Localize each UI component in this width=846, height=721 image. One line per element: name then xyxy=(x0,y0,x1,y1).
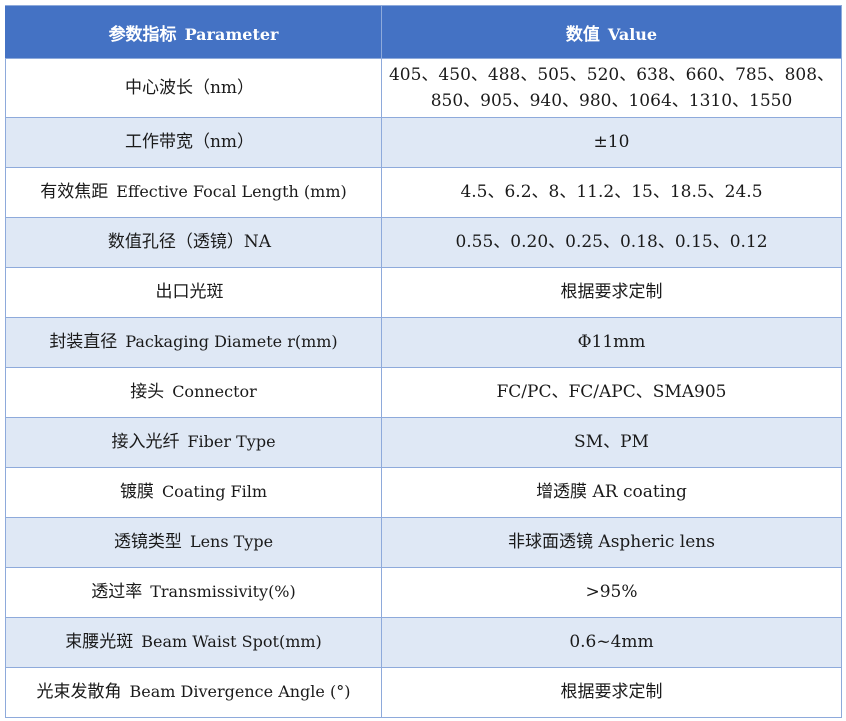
table-row: 出口光斑 根据要求定制 xyxy=(5,267,842,318)
param-cn: 有效焦距 xyxy=(40,182,109,203)
param-en: Beam Divergence Angle (°) xyxy=(129,682,351,702)
value-cell: 根据要求定制 xyxy=(381,267,842,318)
param-en: Effective Focal Length (mm) xyxy=(116,182,347,202)
table-row: 接入光纤 Fiber Type SM、PM xyxy=(5,417,842,468)
table-row: 透镜类型 Lens Type 非球面透镜 Aspheric lens xyxy=(5,517,842,568)
param-cell: 镀膜 Coating Film xyxy=(5,467,382,518)
table-header-row: 参数指标 Parameter 数值 Value xyxy=(5,5,842,59)
param-cell: 工作带宽（nm） xyxy=(5,117,382,168)
param-cn: 中心波长（nm） xyxy=(124,77,255,98)
param-en: Packaging Diamete r(mm) xyxy=(125,332,338,352)
param-cn: 透镜类型 xyxy=(113,532,182,553)
header-parameter-cn: 参数指标 xyxy=(108,24,177,45)
table-row: 光束发散角 Beam Divergence Angle (°) 根据要求定制 xyxy=(5,667,842,718)
value-cell: 4.5、6.2、8、11.2、15、18.5、24.5 xyxy=(381,167,842,218)
table-row: 中心波长（nm） 405、450、488、505、520、638、660、785… xyxy=(5,58,842,118)
header-parameter: 参数指标 Parameter xyxy=(5,5,382,59)
param-cell: 封装直径 Packaging Diamete r(mm) xyxy=(5,317,382,368)
param-cn: 光束发散角 xyxy=(36,682,122,703)
value-cell: Φ11mm xyxy=(381,317,842,368)
value-cell: 增透膜 AR coating xyxy=(381,467,842,518)
param-cn: 透过率 xyxy=(91,582,143,603)
spec-table: 参数指标 Parameter 数值 Value 中心波长（nm） 405、450、4… xyxy=(5,5,842,718)
param-cn: 数值孔径（透镜）NA xyxy=(107,232,272,253)
param-cn: 封装直径 xyxy=(49,332,118,353)
param-en: Transmissivity(%) xyxy=(150,582,296,602)
param-cell: 束腰光斑 Beam Waist Spot(mm) xyxy=(5,617,382,668)
value-cell: FC/PC、FC/APC、SMA905 xyxy=(381,367,842,418)
param-cn: 接入光纤 xyxy=(111,432,180,453)
value-cell: 0.6~4mm xyxy=(381,617,842,668)
param-cell: 接头 Connector xyxy=(5,367,382,418)
table-row: 束腰光斑 Beam Waist Spot(mm) 0.6~4mm xyxy=(5,617,842,668)
value-cell: 非球面透镜 Aspheric lens xyxy=(381,517,842,568)
table-row: 封装直径 Packaging Diamete r(mm) Φ11mm xyxy=(5,317,842,368)
header-parameter-en: Parameter xyxy=(184,24,279,44)
param-en: Beam Waist Spot(mm) xyxy=(141,632,322,652)
table-row: 有效焦距 Effective Focal Length (mm) 4.5、6.2、… xyxy=(5,167,842,218)
spec-table-container: 参数指标 Parameter 数值 Value 中心波长（nm） 405、450、4… xyxy=(5,5,842,718)
param-en: Lens Type xyxy=(189,532,274,552)
param-cn: 接头 xyxy=(130,382,165,403)
value-cell: ±10 xyxy=(381,117,842,168)
param-cn: 工作带宽（nm） xyxy=(124,132,255,153)
param-cell: 透过率 Transmissivity(%) xyxy=(5,567,382,618)
table-row: 镀膜 Coating Film 增透膜 AR coating xyxy=(5,467,842,518)
table-row: 透过率 Transmissivity(%) >95% xyxy=(5,567,842,618)
value-cell: 405、450、488、505、520、638、660、785、808、850、… xyxy=(381,58,842,118)
header-value-en: Value xyxy=(607,24,658,44)
param-en: Fiber Type xyxy=(187,432,276,452)
param-cn: 束腰光斑 xyxy=(65,632,134,653)
param-en: Connector xyxy=(172,382,257,402)
param-cell: 出口光斑 xyxy=(5,267,382,318)
header-value-cn: 数值 xyxy=(565,24,600,45)
param-en: Coating Film xyxy=(161,482,268,502)
param-cell: 数值孔径（透镜）NA xyxy=(5,217,382,268)
param-cn: 镀膜 xyxy=(119,482,154,503)
value-cell: 0.55、0.20、0.25、0.18、0.15、0.12 xyxy=(381,217,842,268)
param-cell: 光束发散角 Beam Divergence Angle (°) xyxy=(5,667,382,718)
param-cell: 有效焦距 Effective Focal Length (mm) xyxy=(5,167,382,218)
table-row: 接头 Connector FC/PC、FC/APC、SMA905 xyxy=(5,367,842,418)
param-cn: 出口光斑 xyxy=(155,282,224,303)
table-row: 工作带宽（nm） ±10 xyxy=(5,117,842,168)
value-cell: >95% xyxy=(381,567,842,618)
value-cell: 根据要求定制 xyxy=(381,667,842,718)
param-cell: 中心波长（nm） xyxy=(5,58,382,118)
table-row: 数值孔径（透镜）NA 0.55、0.20、0.25、0.18、0.15、0.12 xyxy=(5,217,842,268)
value-cell: SM、PM xyxy=(381,417,842,468)
header-value: 数值 Value xyxy=(381,5,842,59)
param-cell: 透镜类型 Lens Type xyxy=(5,517,382,568)
param-cell: 接入光纤 Fiber Type xyxy=(5,417,382,468)
